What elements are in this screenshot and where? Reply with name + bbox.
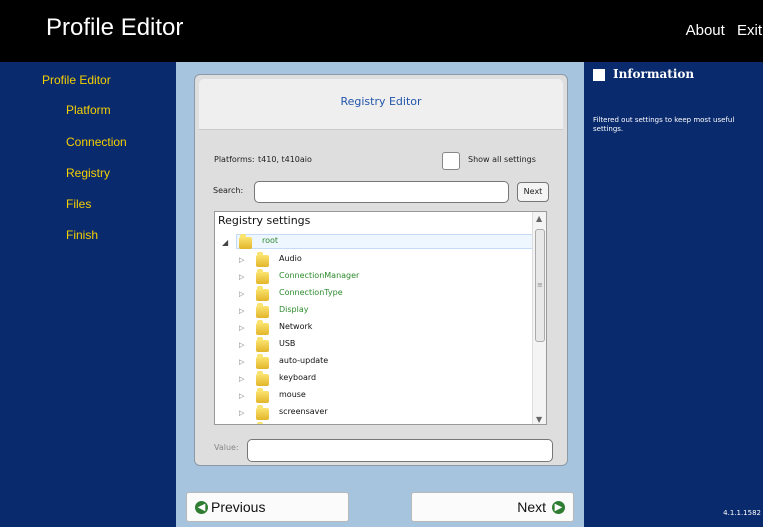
- tree-item-label: keyboard: [279, 373, 317, 382]
- scroll-up-icon[interactable]: ▲: [536, 214, 542, 223]
- previous-button-label: Previous: [211, 499, 266, 515]
- collapse-icon[interactable]: ◢: [222, 238, 228, 247]
- expand-arrow-icon[interactable]: ▷: [239, 307, 244, 315]
- tree-item-label: Audio: [279, 254, 302, 263]
- info-pane: Information Filtered out settings to kee…: [584, 62, 763, 527]
- sidebar-item-connection[interactable]: Connection: [66, 135, 127, 149]
- show-all-settings-checkbox[interactable]: [442, 152, 460, 170]
- platforms-label: Platforms:: [214, 155, 255, 164]
- tree-item-label: ConnectionManager: [279, 271, 360, 280]
- scroll-grip-icon: ≡: [537, 281, 543, 289]
- tree-item-label: ConnectionType: [279, 288, 343, 297]
- folder-icon: [239, 234, 252, 249]
- scroll-down-icon[interactable]: ▼: [536, 415, 542, 424]
- tree-scrollbar[interactable]: ▲ ≡ ▼: [532, 212, 546, 424]
- folder-icon: [256, 252, 269, 267]
- expand-arrow-icon[interactable]: ▷: [239, 290, 244, 298]
- expand-arrow-icon[interactable]: ▷: [239, 324, 244, 332]
- expand-arrow-icon[interactable]: ▷: [239, 375, 244, 383]
- previous-button[interactable]: ◀ Previous: [186, 492, 349, 522]
- tree-label-root: root: [262, 236, 279, 245]
- tree-item-label: screensaver: [279, 407, 328, 416]
- next-arrow-icon: ▶: [552, 501, 565, 514]
- registry-tree[interactable]: Registry settings ◢ root ▷ Audio ▷ Connecti…: [214, 211, 547, 425]
- info-text: Filtered out settings to keep most usefu…: [593, 116, 735, 133]
- expand-arrow-icon[interactable]: ▷: [239, 392, 244, 400]
- tree-item-label: auto-update: [279, 356, 329, 365]
- sidebar-item-platform[interactable]: Platform: [66, 103, 111, 117]
- folder-icon: [256, 405, 269, 420]
- about-link[interactable]: About: [686, 22, 725, 39]
- tree-header: Registry settings: [218, 214, 311, 227]
- platforms-value: t410, t410aio: [258, 155, 312, 164]
- expand-arrow-icon[interactable]: ▷: [239, 273, 244, 281]
- sidebar-item-registry[interactable]: Registry: [66, 166, 110, 180]
- folder-icon: [256, 337, 269, 352]
- center-pane: Registry Editor Platforms: t410, t410aio…: [176, 62, 584, 527]
- version-label: 4.1.1.1582: [723, 509, 761, 517]
- sidebar-item-finish[interactable]: Finish: [66, 228, 98, 242]
- folder-icon: [256, 354, 269, 369]
- sidebar-item-files[interactable]: Files: [66, 197, 91, 211]
- search-next-button[interactable]: Next: [517, 182, 549, 202]
- search-input[interactable]: [254, 181, 509, 203]
- panel-header: Registry Editor: [199, 79, 563, 130]
- search-label: Search:: [213, 186, 244, 195]
- expand-arrow-icon[interactable]: ▷: [239, 358, 244, 366]
- next-button-label: Next: [517, 499, 546, 515]
- sidebar-item-profile-editor[interactable]: Profile Editor: [42, 73, 111, 87]
- tree-item-label: time: [279, 424, 297, 425]
- expand-arrow-icon[interactable]: ▷: [239, 409, 244, 417]
- tree-item-label: Display: [279, 305, 309, 314]
- top-nav: About Exit: [686, 22, 763, 39]
- root-row-selected[interactable]: [236, 234, 533, 249]
- folder-icon: [256, 269, 269, 284]
- tree-item-label: mouse: [279, 390, 306, 399]
- value-label: Value:: [214, 443, 239, 452]
- next-button[interactable]: Next ▶: [411, 492, 574, 522]
- info-title: Information: [613, 67, 695, 81]
- tree-item-label: USB: [279, 339, 296, 348]
- folder-icon: [256, 388, 269, 403]
- previous-arrow-icon: ◀: [195, 501, 208, 514]
- exit-link[interactable]: Exit: [737, 22, 762, 39]
- panel-title: Registry Editor: [340, 95, 422, 108]
- show-all-settings-label: Show all settings: [468, 155, 536, 164]
- app-title: Profile Editor: [46, 14, 184, 41]
- expand-arrow-icon[interactable]: ▷: [239, 341, 244, 349]
- folder-icon: [256, 286, 269, 301]
- registry-editor-panel: Registry Editor Platforms: t410, t410aio…: [194, 74, 568, 466]
- tree-item-label: Network: [279, 322, 313, 331]
- folder-icon: [256, 303, 269, 318]
- expand-arrow-icon[interactable]: ▷: [239, 256, 244, 264]
- information-icon: [593, 69, 605, 81]
- folder-icon: [256, 371, 269, 386]
- sidebar: Profile Editor Platform Connection Regis…: [0, 62, 176, 527]
- folder-icon: [256, 320, 269, 335]
- titlebar: Profile Editor About Exit: [0, 0, 763, 62]
- value-input[interactable]: [247, 439, 553, 462]
